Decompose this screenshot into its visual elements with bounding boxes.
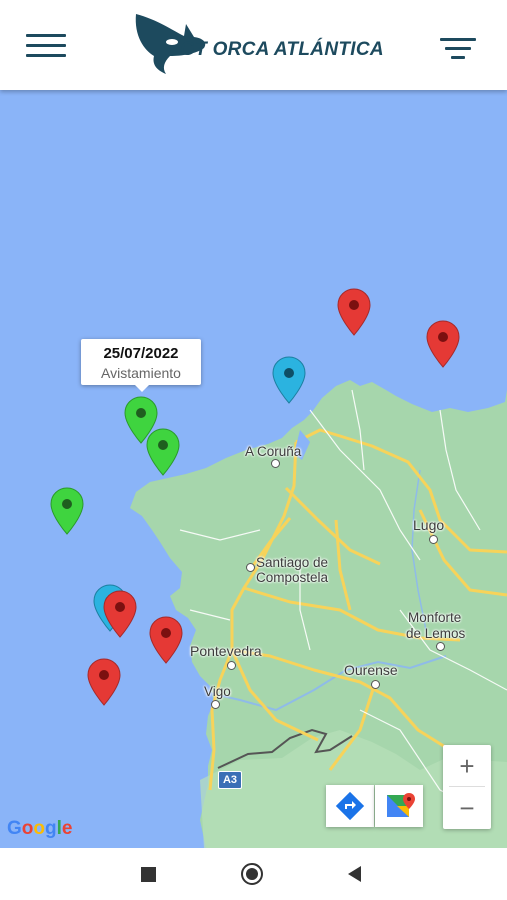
directions-button[interactable] (326, 785, 374, 827)
system-nav-bar (0, 848, 507, 900)
marker-red[interactable] (337, 288, 371, 336)
zoom-control: + − (443, 745, 491, 829)
back-button[interactable] (348, 866, 361, 882)
zoom-in-button[interactable]: + (443, 745, 491, 787)
marker-green[interactable] (50, 487, 84, 535)
zoom-out-button[interactable]: − (443, 787, 491, 829)
city-dot-santiago (246, 563, 255, 572)
map-base (130, 380, 507, 848)
city-dot-monforte (436, 642, 445, 651)
place-label-a-coruna: A Coruña (245, 444, 302, 459)
directions-icon (335, 791, 365, 821)
google-maps-icon (387, 793, 415, 817)
city-dot-vigo (211, 700, 220, 709)
city-dot-lugo (429, 535, 438, 544)
marker-green[interactable] (146, 428, 180, 476)
sighting-type: Avistamiento (101, 365, 181, 381)
brand-logo: GT ORCA ATLÁNTICA (128, 6, 398, 78)
place-label-pontevedra: Pontevedra (190, 643, 262, 659)
marker-blue[interactable] (272, 356, 306, 404)
marker-red[interactable] (426, 320, 460, 368)
place-label-monforte-line1: Monforte (408, 610, 462, 625)
app-header: GT ORCA ATLÁNTICA (0, 0, 507, 90)
place-label-santiago-line2: Compostela (256, 570, 329, 585)
road-shield-a3: A3 (218, 771, 242, 789)
recent-apps-button[interactable] (141, 867, 156, 882)
filter-icon[interactable] (438, 38, 478, 64)
city-dot-a-coruna (271, 459, 280, 468)
google-logo: Google (7, 818, 73, 839)
sighting-date: 25/07/2022 (103, 345, 179, 362)
marker-red[interactable] (149, 616, 183, 664)
open-in-maps-button[interactable] (375, 785, 423, 827)
marker-red[interactable] (103, 590, 137, 638)
place-label-santiago-line1: Santiago de (256, 555, 329, 570)
place-label-monforte-line2: de Lemos (406, 626, 466, 641)
place-label-lugo: Lugo (413, 517, 445, 533)
marker-red[interactable] (87, 658, 121, 706)
map-view[interactable]: A Coruña Lugo Santiago de Compostela Mon… (0, 90, 507, 848)
home-button[interactable] (241, 863, 263, 885)
place-label-ourense: Ourense (344, 662, 398, 678)
city-dot-ourense (371, 680, 380, 689)
hamburger-menu-icon[interactable] (26, 34, 66, 58)
marker-info-window[interactable]: 25/07/2022 Avistamiento (81, 339, 201, 392)
city-dot-pontevedra (227, 661, 236, 670)
brand-name: GT ORCA ATLÁNTICA (180, 39, 384, 60)
place-label-vigo: Vigo (204, 684, 231, 699)
